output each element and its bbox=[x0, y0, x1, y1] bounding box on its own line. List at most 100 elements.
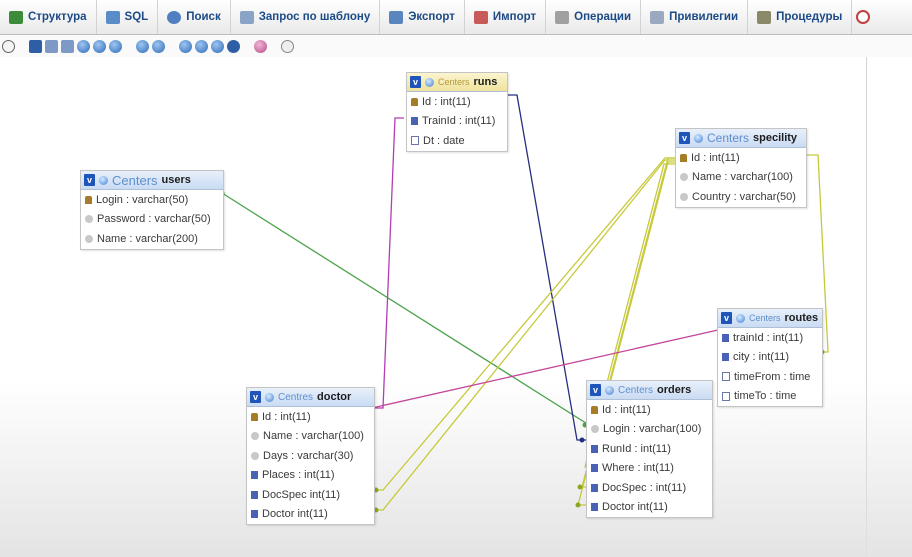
field-type-icon bbox=[251, 432, 259, 441]
field-row[interactable]: Places : int(11) bbox=[247, 466, 374, 486]
field-row[interactable]: Dt : date bbox=[407, 131, 507, 151]
table-name: doctor bbox=[317, 391, 352, 403]
field-label: Password : varchar(50) bbox=[97, 213, 211, 226]
primary-key-icon bbox=[680, 153, 687, 162]
primary-key-icon bbox=[85, 195, 92, 204]
table-routes[interactable]: v Centers routes trainId : int(11) city … bbox=[717, 308, 823, 407]
field-type-icon bbox=[722, 391, 730, 401]
field-type-icon bbox=[722, 372, 730, 382]
table-header[interactable]: v Centres doctor bbox=[247, 388, 374, 407]
table-header[interactable]: v Centers specility bbox=[676, 129, 806, 148]
field-row[interactable]: timeTo : time bbox=[718, 387, 822, 407]
table-icon bbox=[425, 77, 434, 87]
table-icon bbox=[265, 392, 274, 402]
table-header[interactable]: v Centers users bbox=[81, 171, 223, 190]
field-row[interactable]: Login : varchar(50) bbox=[81, 190, 223, 210]
collapse-icon[interactable]: v bbox=[679, 132, 690, 144]
field-label: Places : int(11) bbox=[262, 469, 335, 482]
field-row[interactable]: city : int(11) bbox=[718, 348, 822, 368]
schema-name: Centers bbox=[112, 172, 158, 188]
primary-key-icon bbox=[591, 405, 598, 414]
table-name: orders bbox=[657, 384, 692, 396]
field-type-icon bbox=[251, 471, 258, 480]
table-name: runs bbox=[473, 76, 498, 88]
field-type-icon bbox=[591, 464, 598, 473]
field-row[interactable]: timeFrom : time bbox=[718, 367, 822, 387]
field-row[interactable]: Name : varchar(100) bbox=[247, 427, 374, 447]
field-label: Name : varchar(100) bbox=[263, 430, 364, 443]
schema-name: Centers bbox=[749, 313, 781, 323]
field-type-icon bbox=[722, 353, 729, 362]
field-type-icon bbox=[251, 510, 258, 519]
field-label: RunId : int(11) bbox=[602, 442, 671, 455]
field-row[interactable]: Country : varchar(50) bbox=[676, 187, 806, 207]
field-row[interactable]: Doctor int(11) bbox=[247, 505, 374, 525]
table-orders[interactable]: v Centers orders Id : int(11) Login : va… bbox=[586, 380, 713, 518]
field-label: Id : int(11) bbox=[602, 403, 651, 416]
field-row[interactable]: Where : int(11) bbox=[587, 459, 712, 479]
field-row[interactable]: Login : varchar(100) bbox=[587, 420, 712, 440]
table-users[interactable]: v Centers users Login : varchar(50) Pass… bbox=[80, 170, 224, 250]
field-type-icon bbox=[85, 234, 93, 243]
table-runs[interactable]: v Centers runs Id : int(11) TrainId : in… bbox=[406, 72, 508, 152]
field-row[interactable]: Password : varchar(50) bbox=[81, 210, 223, 230]
table-name: specility bbox=[753, 132, 798, 144]
field-type-icon bbox=[591, 425, 599, 434]
field-type-icon bbox=[411, 117, 418, 126]
table-header[interactable]: v Centers runs bbox=[407, 73, 507, 92]
field-label: Doctor int(11) bbox=[262, 508, 328, 521]
field-label: TrainId : int(11) bbox=[422, 115, 496, 128]
field-row[interactable]: Days : varchar(30) bbox=[247, 446, 374, 466]
field-row[interactable]: Id : int(11) bbox=[676, 148, 806, 168]
relation-runs-orders bbox=[508, 94, 589, 441]
collapse-icon[interactable]: v bbox=[721, 312, 732, 324]
field-label: Days : varchar(30) bbox=[263, 449, 354, 462]
collapse-icon[interactable]: v bbox=[250, 391, 261, 403]
table-name: routes bbox=[784, 312, 819, 324]
primary-key-icon bbox=[411, 97, 418, 106]
field-row[interactable]: DocSpec : int(11) bbox=[587, 478, 712, 498]
field-row[interactable]: Id : int(11) bbox=[407, 92, 507, 112]
schema-name: Centers bbox=[438, 77, 470, 87]
collapse-icon[interactable]: v bbox=[590, 384, 601, 396]
field-row[interactable]: Name : varchar(200) bbox=[81, 229, 223, 249]
field-type-icon bbox=[85, 215, 93, 224]
field-label: trainId : int(11) bbox=[733, 331, 804, 344]
field-type-icon bbox=[722, 333, 729, 342]
field-row[interactable]: Name : varchar(100) bbox=[676, 168, 806, 188]
field-label: Name : varchar(200) bbox=[97, 232, 198, 245]
table-header[interactable]: v Centers orders bbox=[587, 381, 712, 400]
primary-key-icon bbox=[251, 412, 258, 421]
collapse-icon[interactable]: v bbox=[84, 174, 95, 186]
table-icon bbox=[694, 133, 703, 143]
table-name: users bbox=[161, 174, 191, 186]
field-type-icon bbox=[251, 490, 258, 499]
field-type-icon bbox=[591, 503, 598, 512]
schema-name: Centres bbox=[278, 391, 314, 403]
field-label: Name : varchar(100) bbox=[692, 171, 793, 184]
table-icon bbox=[99, 175, 108, 185]
field-type-icon bbox=[680, 173, 688, 182]
field-label: Country : varchar(50) bbox=[692, 190, 796, 203]
field-label: Id : int(11) bbox=[422, 95, 471, 108]
schema-name: Centers bbox=[618, 384, 654, 396]
table-doctor[interactable]: v Centres doctor Id : int(11) Name : var… bbox=[246, 387, 375, 525]
table-icon bbox=[605, 385, 614, 395]
field-row[interactable]: TrainId : int(11) bbox=[407, 112, 507, 132]
schema-name: Centers bbox=[707, 131, 750, 145]
field-row[interactable]: trainId : int(11) bbox=[718, 328, 822, 348]
collapse-icon[interactable]: v bbox=[410, 76, 421, 88]
field-label: Id : int(11) bbox=[262, 410, 311, 423]
field-row[interactable]: Id : int(11) bbox=[587, 400, 712, 420]
field-label: Doctor int(11) bbox=[602, 501, 668, 514]
field-label: DocSpec : int(11) bbox=[602, 481, 687, 494]
field-row[interactable]: Doctor int(11) bbox=[587, 498, 712, 518]
table-specility[interactable]: v Centers specility Id : int(11) Name : … bbox=[675, 128, 807, 208]
field-type-icon bbox=[591, 483, 598, 492]
field-row[interactable]: Id : int(11) bbox=[247, 407, 374, 427]
field-row[interactable]: RunId : int(11) bbox=[587, 439, 712, 459]
field-row[interactable]: DocSpec int(11) bbox=[247, 485, 374, 505]
field-label: Dt : date bbox=[423, 134, 465, 147]
table-header[interactable]: v Centers routes bbox=[718, 309, 822, 328]
field-type-icon bbox=[591, 444, 598, 453]
